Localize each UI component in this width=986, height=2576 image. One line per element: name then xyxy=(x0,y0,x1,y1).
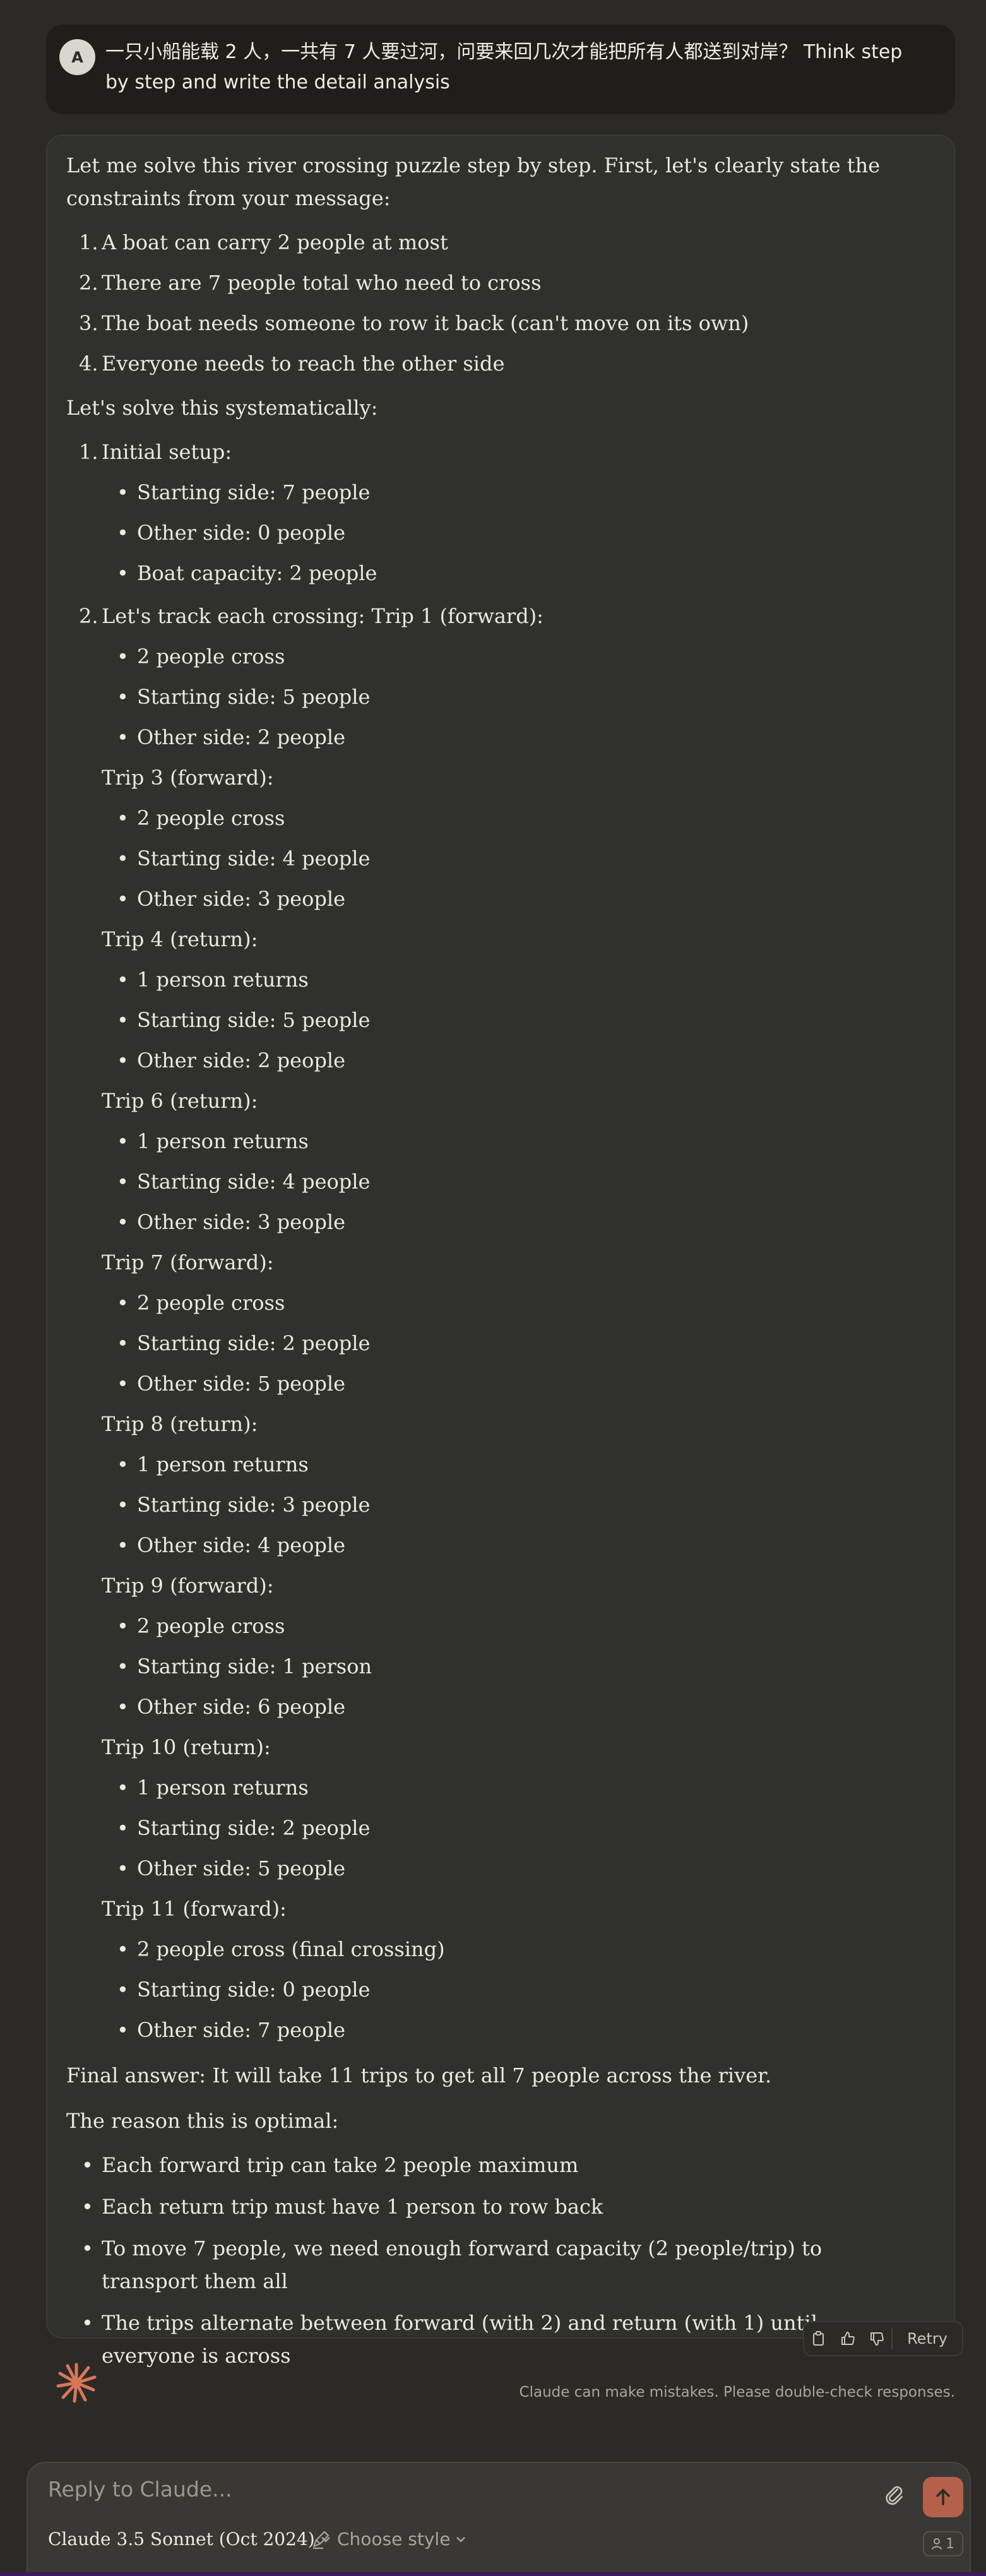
list-item: 2 people cross xyxy=(102,1610,887,1642)
trip-block: Trip 6 (return): 1 person returns Starti… xyxy=(102,1084,887,1238)
project-knowledge-badge[interactable]: 1 xyxy=(923,2531,963,2556)
list-item: 1 person returns xyxy=(102,963,887,996)
list-item: Starting side: 4 people xyxy=(102,1165,887,1198)
trip-label: Trip 8 (return): xyxy=(102,1412,258,1436)
list-item: Other side: 0 people xyxy=(102,516,887,549)
thumbs-down-icon xyxy=(870,2332,884,2346)
list-item: 1 person returns xyxy=(102,1771,887,1804)
trip-label: Trip 11 (forward): xyxy=(102,1897,287,1921)
retry-button[interactable]: Retry xyxy=(893,2330,962,2347)
list-item: 2 people cross xyxy=(102,640,887,673)
final-answer: Final answer: It will take 11 trips to g… xyxy=(66,2063,772,2087)
claude-spark-icon xyxy=(56,2363,97,2403)
list-item: Starting side: 2 people xyxy=(102,1812,887,1844)
reason-heading: The reason this is optimal: xyxy=(66,2109,339,2133)
response-intro: Let me solve this river crossing puzzle … xyxy=(66,153,881,210)
trip-label: Trip 9 (forward): xyxy=(102,1574,274,1598)
list-item: 3. The boat needs someone to row it back … xyxy=(79,311,749,335)
style-selector[interactable]: Choose style xyxy=(311,2529,466,2549)
list-item: Other side: 3 people xyxy=(102,1206,887,1238)
trip-block: Trip 4 (return): 1 person returns Starti… xyxy=(102,923,887,1077)
list-item: Other side: 5 people xyxy=(102,1852,887,1885)
user-message: A 一只小船能载 2 人，一共有 7 人要过河，问要来回几次才能把所有人都送到对… xyxy=(46,25,955,114)
thumbs-up-icon xyxy=(841,2332,855,2345)
badge-count: 1 xyxy=(946,2536,954,2552)
constraints-list: 1. A boat can carry 2 people at most 2. Th… xyxy=(66,226,887,380)
chevron-down-icon xyxy=(456,2536,466,2543)
model-label: Claude 3.5 Sonnet (Oct 2024) xyxy=(48,2529,315,2549)
reply-input[interactable]: Reply to Claude... xyxy=(48,2477,805,2502)
trip-label: Trip 7 (forward): xyxy=(102,1250,274,1274)
user-message-text: 一只小船能载 2 人，一共有 7 人要过河，问要来回几次才能把所有人都送到对岸？… xyxy=(105,41,903,93)
model-selector[interactable]: Claude 3.5 Sonnet (Oct 2024) xyxy=(48,2529,331,2549)
copy-icon xyxy=(813,2331,824,2346)
list-item: 1 person returns xyxy=(102,1125,887,1158)
list-item: 1. A boat can carry 2 people at most xyxy=(79,230,448,254)
paperclip-icon[interactable] xyxy=(879,2481,907,2508)
reply-composer: Reply to Claude... Claude 3.5 Sonnet (Oc… xyxy=(27,2462,971,2576)
list-item: Other side: 2 people xyxy=(102,721,887,754)
systematic-heading: Let's solve this systematically: xyxy=(66,396,378,420)
step-track-crossings: 2. Let's track each crossing: Trip 1 (for… xyxy=(66,600,887,2046)
trip-label: Trip 10 (return): xyxy=(102,1735,271,1759)
list-item: Starting side: 5 people xyxy=(102,680,887,713)
reasons-list: Each forward trip can take 2 people maxi… xyxy=(66,2149,887,2372)
list-item: To move 7 people, we need enough forward… xyxy=(66,2232,887,2298)
trip-block: Trip 9 (forward): 2 people cross Startin… xyxy=(102,1569,887,1723)
list-item: 2 people cross (final crossing) xyxy=(102,1933,887,1966)
message-actions: Retry xyxy=(803,2321,963,2356)
list-item: Other side: 2 people xyxy=(102,1044,887,1077)
trip-label: Trip 6 (return): xyxy=(102,1089,258,1113)
person-icon xyxy=(932,2538,942,2550)
list-item: Each return trip must have 1 person to r… xyxy=(66,2190,887,2223)
trip-block: Trip 8 (return): 1 person returns Starti… xyxy=(102,1408,887,1562)
disclaimer-text: Claude can make mistakes. Please double-… xyxy=(519,2384,955,2401)
arrow-up-icon xyxy=(936,2489,950,2505)
list-item: 2. There are 7 people total who need to c… xyxy=(79,271,542,295)
steps-list: 1.Initial setup: Starting side: 7 people… xyxy=(66,436,887,2046)
list-item: 2 people cross xyxy=(102,802,887,834)
style-label: Choose style xyxy=(337,2529,451,2549)
trip-block: Trip 10 (return): 1 person returns Start… xyxy=(102,1731,887,1885)
list-item: Starting side: 3 people xyxy=(102,1488,887,1521)
list-item: Other side: 4 people xyxy=(102,1529,887,1562)
list-item: Starting side: 5 people xyxy=(102,1004,887,1036)
trip-block: Trip 7 (forward): 2 people cross Startin… xyxy=(102,1246,887,1400)
list-item: Starting side: 4 people xyxy=(102,842,887,875)
list-item: Starting side: 2 people xyxy=(102,1327,887,1360)
send-button[interactable] xyxy=(923,2477,963,2517)
list-item: Starting side: 0 people xyxy=(102,1973,887,2006)
step-initial-setup: 1.Initial setup: Starting side: 7 people… xyxy=(66,436,887,590)
pen-style-icon xyxy=(312,2531,330,2549)
bottom-edge xyxy=(0,2572,986,2576)
thumbs-down-button[interactable] xyxy=(862,2322,891,2355)
list-item: 2 people cross xyxy=(102,1286,887,1319)
list-item: Boat capacity: 2 people xyxy=(102,557,887,590)
trip-label: Trip 3 (forward): xyxy=(102,766,274,790)
list-item: 4. Everyone needs to reach the other side xyxy=(79,352,505,376)
list-item: Starting side: 7 people xyxy=(102,476,887,509)
user-avatar: A xyxy=(59,39,95,75)
thumbs-up-button[interactable] xyxy=(833,2322,862,2355)
list-item: The trips alternate between forward (wit… xyxy=(66,2306,887,2372)
assistant-response: Let me solve this river crossing puzzle … xyxy=(66,149,887,2381)
list-item: Each forward trip can take 2 people maxi… xyxy=(66,2149,887,2181)
copy-button[interactable] xyxy=(804,2322,833,2355)
list-item: Starting side: 1 person xyxy=(102,1650,887,1683)
list-item: Other side: 7 people xyxy=(102,2014,887,2046)
list-item: Other side: 5 people xyxy=(102,1367,887,1400)
trip-block: Trip 11 (forward): 2 people cross (final… xyxy=(102,1892,887,2046)
list-item: 1 person returns xyxy=(102,1448,887,1481)
list-item: Other side: 3 people xyxy=(102,882,887,915)
trip-block: Trip 3 (forward): 2 people cross Startin… xyxy=(102,761,887,915)
list-item: Other side: 6 people xyxy=(102,1690,887,1723)
trip-label: Trip 4 (return): xyxy=(102,927,258,951)
